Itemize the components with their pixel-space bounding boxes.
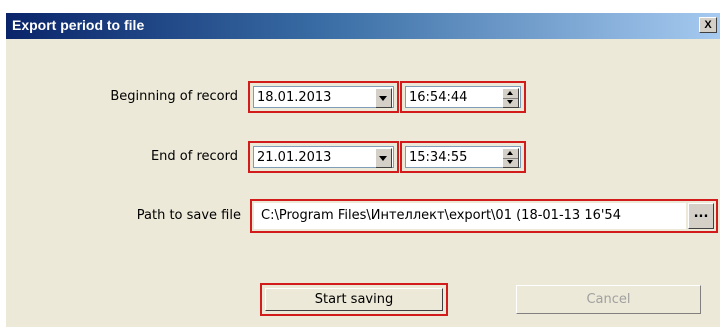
end-date-value: 21.01.2013 — [257, 150, 332, 165]
start-saving-label: Start saving — [314, 292, 394, 307]
end-date-dropdown-button[interactable] — [375, 148, 392, 168]
start-highlight: Start saving — [260, 283, 448, 316]
ellipsis-icon: ... — [693, 206, 709, 221]
end-time-spinner[interactable] — [502, 148, 519, 168]
end-time-highlight: 15:34:55 — [400, 141, 526, 173]
path-input[interactable]: C:\Program Files\Интеллект\export\01 (18… — [254, 203, 686, 229]
close-button[interactable]: X — [699, 17, 717, 33]
spin-down-icon — [507, 160, 513, 164]
begin-time-spinner[interactable] — [502, 88, 519, 108]
begin-date-picker[interactable]: 18.01.2013 — [253, 86, 394, 108]
browse-button[interactable]: ... — [688, 203, 714, 229]
dialog-title: Export period to file — [12, 17, 145, 33]
cancel-label: Cancel — [586, 292, 631, 307]
path-highlight: C:\Program Files\Интеллект\export\01 (18… — [250, 199, 718, 233]
spin-up-icon — [507, 91, 513, 95]
begin-time-value: 16:54:44 — [409, 90, 468, 105]
start-saving-button[interactable]: Start saving — [265, 288, 443, 311]
begin-date-highlight: 18.01.2013 — [248, 81, 399, 113]
chevron-down-icon — [379, 96, 387, 101]
spin-up-icon — [507, 151, 513, 155]
end-time-value: 15:34:55 — [409, 150, 468, 165]
end-label: End of record — [150, 149, 238, 164]
begin-label: Beginning of record — [110, 89, 238, 104]
begin-date-dropdown-button[interactable] — [375, 88, 392, 108]
close-icon: X — [704, 19, 712, 31]
begin-date-value: 18.01.2013 — [257, 90, 332, 105]
begin-time-highlight: 16:54:44 — [400, 81, 526, 113]
end-date-picker[interactable]: 21.01.2013 — [253, 146, 394, 168]
spinner-divider — [503, 98, 518, 99]
spin-down-icon — [507, 100, 513, 104]
begin-time-field[interactable]: 16:54:44 — [405, 86, 521, 108]
path-label: Path to save file — [136, 208, 241, 223]
path-value: C:\Program Files\Интеллект\export\01 (18… — [261, 208, 621, 223]
end-time-field[interactable]: 15:34:55 — [405, 146, 521, 168]
spinner-divider — [503, 158, 518, 159]
chevron-down-icon — [379, 156, 387, 161]
cancel-button[interactable]: Cancel — [516, 285, 701, 314]
end-date-highlight: 21.01.2013 — [248, 141, 399, 173]
export-dialog: Export period to file X Beginning of rec… — [6, 13, 720, 327]
title-bar[interactable]: Export period to file X — [6, 13, 720, 39]
